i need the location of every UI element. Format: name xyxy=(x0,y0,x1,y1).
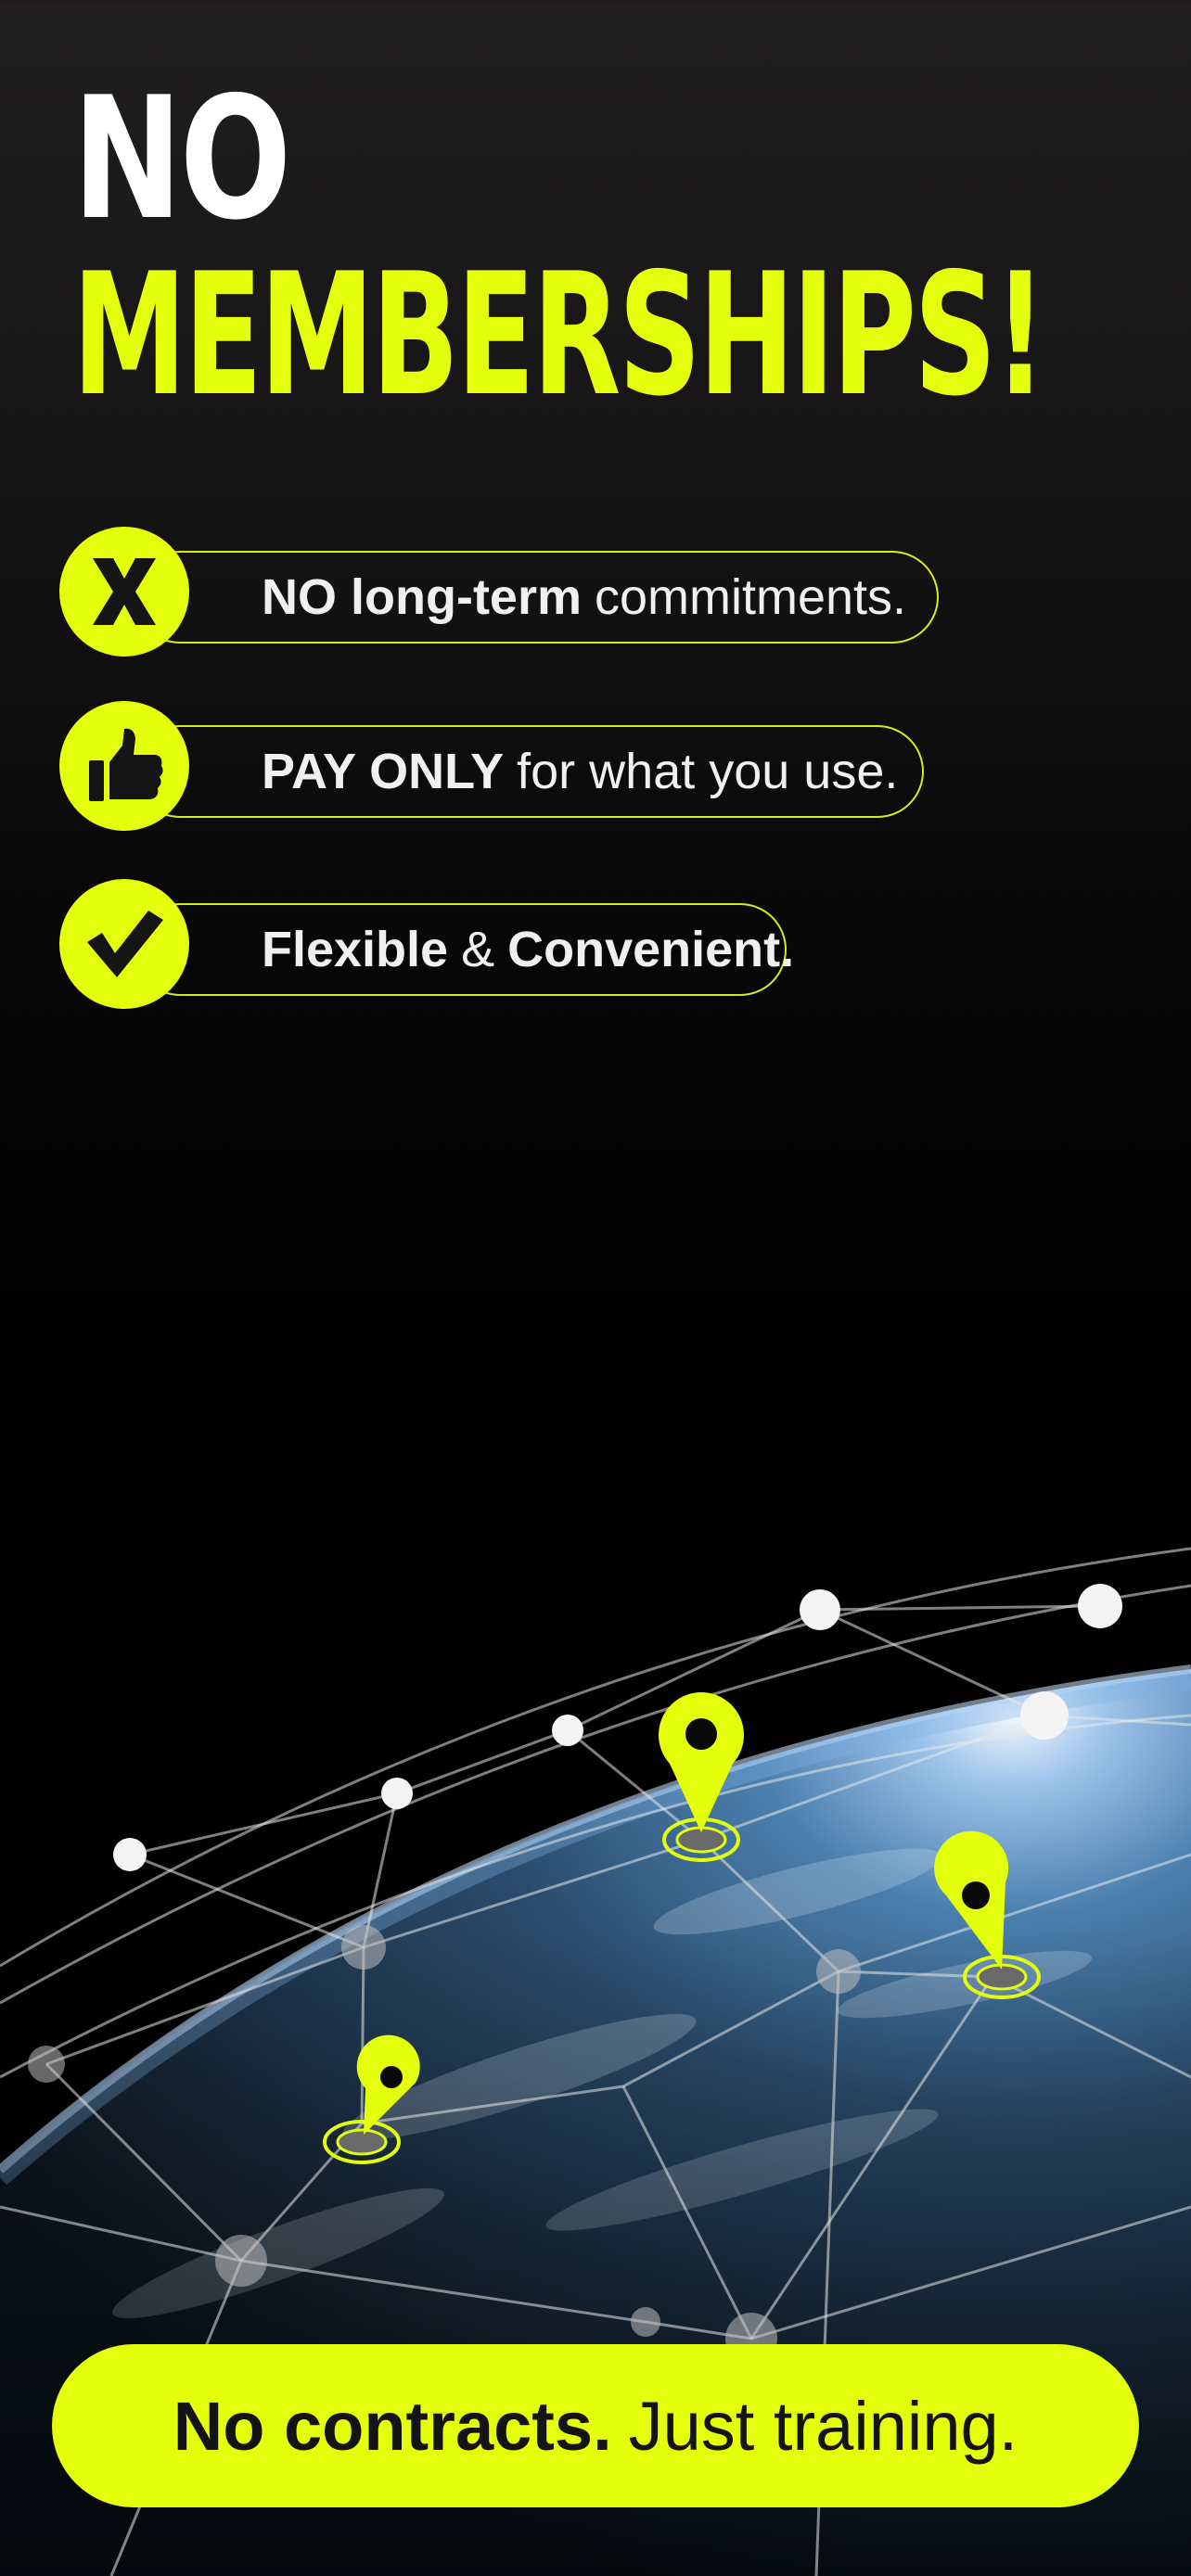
feature-bold-text-2: Convenient. xyxy=(507,922,795,977)
feature-text: commitments. xyxy=(595,569,907,625)
cta-banner-button[interactable]: No contracts. Just training. xyxy=(52,2344,1139,2507)
feature-bold-text: PAY ONLY xyxy=(262,744,505,799)
headline: NO MEMBERSHIPS! xyxy=(72,74,1191,419)
feature-ampersand: & xyxy=(461,922,495,977)
cta-text: Just training. xyxy=(628,2387,1018,2465)
checkmark-icon xyxy=(59,879,189,1009)
feature-pill: Flexible & Convenient. xyxy=(134,903,794,996)
cta-bold-text: No contracts. xyxy=(173,2387,612,2465)
headline-line-2: MEMBERSHIPS! xyxy=(72,236,1046,433)
feature-bold-text: Flexible xyxy=(262,922,449,977)
x-icon xyxy=(59,527,189,657)
feature-bold-text: NO long-term xyxy=(262,569,582,625)
feature-pill: PAY ONLY for what you use. xyxy=(134,725,924,818)
headline-line-1: NO xyxy=(72,60,291,257)
feature-text: for what you use. xyxy=(517,744,899,799)
thumbs-up-icon xyxy=(59,701,189,831)
feature-pill: NO long-term commitments. xyxy=(134,551,939,644)
